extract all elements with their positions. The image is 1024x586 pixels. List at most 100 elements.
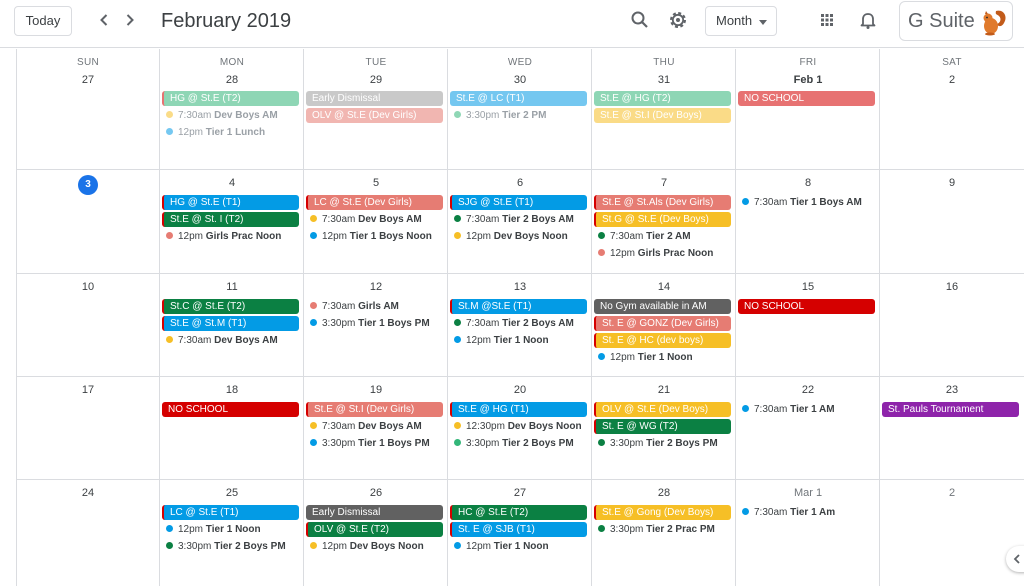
date-number[interactable]: 7 <box>592 175 736 191</box>
today-date-number[interactable]: 3 <box>16 175 160 195</box>
all-day-event-chip[interactable]: OLV @ St.E (Dev Boys) <box>594 402 731 417</box>
date-number[interactable]: Mar 1 <box>736 485 880 501</box>
timed-event[interactable]: 12pm Tier 1 Noon <box>166 522 302 537</box>
timed-event[interactable]: 7:30am Tier 1 Am <box>742 505 878 520</box>
timed-event[interactable]: 3:30pm Tier 1 Boys PM <box>310 316 446 331</box>
all-day-event-chip[interactable]: HG @ St.E (T1) <box>162 195 299 210</box>
day-cell[interactable]: FRI Feb 1 NO SCHOOL <box>736 49 880 169</box>
day-cell[interactable]: THU 31 St.E @ HG (T2) St.E @ St.I (Dev Boys… <box>592 49 736 169</box>
timed-event[interactable]: 7:30am Tier 1 Boys AM <box>742 195 878 210</box>
day-cell[interactable]: 7 St.E @ St.Als (Dev Girls) St.G @ St.E (D… <box>592 169 736 273</box>
day-cell[interactable]: 13 St.M @St.E (T1) 7:30am Tier 2 Boys AM 12… <box>448 273 592 376</box>
timed-event[interactable]: 12pm Girls Prac Noon <box>166 229 302 244</box>
day-cell[interactable]: 15 NO SCHOOL <box>736 273 880 376</box>
timed-event[interactable]: 12pm Girls Prac Noon <box>598 246 734 261</box>
all-day-event-chip[interactable]: St.M @St.E (T1) <box>450 299 587 314</box>
date-number[interactable]: 10 <box>16 279 160 295</box>
today-button[interactable]: Today <box>14 6 72 36</box>
all-day-event-chip[interactable]: HG @ St.E (T2) <box>162 91 299 106</box>
day-cell[interactable]: 26 Early Dismissal OLV @ St.E (T2) 12pm Dev… <box>304 479 448 586</box>
timed-event[interactable]: 7:30am Tier 2 Boys AM <box>454 212 590 227</box>
date-number[interactable]: 25 <box>160 485 304 501</box>
date-number[interactable]: 6 <box>448 175 592 191</box>
chevron-right-icon[interactable] <box>118 8 142 32</box>
date-number[interactable]: 26 <box>304 485 448 501</box>
day-cell[interactable]: 18 NO SCHOOL <box>160 376 304 479</box>
all-day-event-chip[interactable]: St.E @ St.M (T1) <box>162 316 299 331</box>
timed-event[interactable]: 7:30am Dev Boys AM <box>310 212 446 227</box>
gsuite-brand[interactable]: G Suite <box>899 1 1013 41</box>
date-number[interactable]: 12 <box>304 279 448 295</box>
day-cell[interactable]: Mar 1 7:30am Tier 1 Am <box>736 479 880 586</box>
date-number[interactable]: 4 <box>160 175 304 191</box>
all-day-event-chip[interactable]: LC @ St.E (Dev Girls) <box>306 195 443 210</box>
all-day-event-chip[interactable]: LC @ St.E (T1) <box>162 505 299 520</box>
timed-event[interactable]: 7:30am Tier 2 AM <box>598 229 734 244</box>
date-number[interactable]: 18 <box>160 382 304 398</box>
date-number[interactable]: 30 <box>448 72 592 88</box>
date-number[interactable]: 11 <box>160 279 304 295</box>
apps-grid-icon[interactable] <box>815 8 839 32</box>
all-day-event-chip[interactable]: St.E @ St.I (Dev Girls) <box>306 402 443 417</box>
all-day-event-chip[interactable]: St.E @ HG (T1) <box>450 402 587 417</box>
date-number[interactable]: 28 <box>160 72 304 88</box>
day-cell[interactable]: 3 <box>16 169 160 273</box>
all-day-event-chip[interactable]: OLV @ St.E (T2) <box>306 522 443 537</box>
day-cell[interactable]: 6 SJG @ St.E (T1) 7:30am Tier 2 Boys AM 12p… <box>448 169 592 273</box>
timed-event[interactable]: 3:30pm Tier 1 Boys PM <box>310 436 446 451</box>
day-cell[interactable]: 10 <box>16 273 160 376</box>
day-cell[interactable]: 12 7:30am Girls AM 3:30pm Tier 1 Boys PM <box>304 273 448 376</box>
day-cell[interactable]: 14 No Gym available in AM St. E @ GONZ (De… <box>592 273 736 376</box>
date-number[interactable]: 5 <box>304 175 448 191</box>
date-number[interactable]: 8 <box>736 175 880 191</box>
date-number[interactable]: 19 <box>304 382 448 398</box>
timed-event[interactable]: 3:30pm Tier 2 PM <box>454 108 590 123</box>
day-cell[interactable]: TUE 29 Early Dismissal OLV @ St.E (Dev Girl… <box>304 49 448 169</box>
day-cell[interactable]: 9 <box>880 169 1024 273</box>
side-panel-toggle[interactable] <box>1006 546 1024 572</box>
bell-icon[interactable] <box>856 8 880 32</box>
date-number[interactable]: 24 <box>16 485 160 501</box>
all-day-event-chip[interactable]: St. E @ SJB (T1) <box>450 522 587 537</box>
day-cell[interactable]: 21 OLV @ St.E (Dev Boys) St. E @ WG (T2) 3:… <box>592 376 736 479</box>
date-number[interactable]: 31 <box>592 72 736 88</box>
timed-event[interactable]: 7:30am Girls AM <box>310 299 446 314</box>
all-day-event-chip[interactable]: St.E @ LC (T1) <box>450 91 587 106</box>
all-day-event-chip[interactable]: St. E @ GONZ (Dev Girls) <box>594 316 731 331</box>
all-day-event-chip[interactable]: HC @ St.E (T2) <box>450 505 587 520</box>
date-number[interactable]: 15 <box>736 279 880 295</box>
all-day-event-chip[interactable]: NO SCHOOL <box>738 299 875 314</box>
timed-event[interactable]: 7:30am Dev Boys AM <box>166 108 302 123</box>
date-number[interactable]: 2 <box>880 72 1024 88</box>
date-number[interactable]: 28 <box>592 485 736 501</box>
day-cell[interactable]: SAT 2 <box>880 49 1024 169</box>
timed-event[interactable]: 12pm Tier 1 Noon <box>454 333 590 348</box>
date-number[interactable]: 17 <box>16 382 160 398</box>
day-cell[interactable]: 28 St.E @ Gong (Dev Boys) 3:30pm Tier 2 Pr… <box>592 479 736 586</box>
timed-event[interactable]: 7:30am Tier 1 AM <box>742 402 878 417</box>
day-cell[interactable]: 19 St.E @ St.I (Dev Girls) 7:30am Dev Boys… <box>304 376 448 479</box>
all-day-event-chip[interactable]: St.E @ St. I (T2) <box>162 212 299 227</box>
all-day-event-chip[interactable]: St.E @ St.I (Dev Boys) <box>594 108 731 123</box>
date-number[interactable]: 23 <box>880 382 1024 398</box>
date-number[interactable]: 20 <box>448 382 592 398</box>
all-day-event-chip[interactable]: St.C @ St.E (T2) <box>162 299 299 314</box>
timed-event[interactable]: 7:30am Dev Boys AM <box>310 419 446 434</box>
day-cell[interactable]: 16 <box>880 273 1024 376</box>
timed-event[interactable]: 7:30am Dev Boys AM <box>166 333 302 348</box>
timed-event[interactable]: 12pm Tier 1 Lunch <box>166 125 302 140</box>
all-day-event-chip[interactable]: St. Pauls Tournament <box>882 402 1019 417</box>
day-cell[interactable]: 11 St.C @ St.E (T2) St.E @ St.M (T1) 7:30am… <box>160 273 304 376</box>
all-day-event-chip[interactable]: NO SCHOOL <box>738 91 875 106</box>
all-day-event-chip[interactable]: Early Dismissal <box>306 505 443 520</box>
timed-event[interactable]: 7:30am Tier 2 Boys AM <box>454 316 590 331</box>
date-number[interactable]: 16 <box>880 279 1024 295</box>
date-number[interactable]: 14 <box>592 279 736 295</box>
chevron-left-icon[interactable] <box>92 8 116 32</box>
day-cell[interactable]: 8 7:30am Tier 1 Boys AM <box>736 169 880 273</box>
gear-icon[interactable] <box>666 8 690 32</box>
day-cell[interactable]: 25 LC @ St.E (T1) 12pm Tier 1 Noon 3:30pm T… <box>160 479 304 586</box>
day-cell[interactable]: SUN 27 <box>16 49 160 169</box>
timed-event[interactable]: 3:30pm Tier 2 Boys PM <box>598 436 734 451</box>
date-number[interactable]: 2 <box>880 485 1024 501</box>
